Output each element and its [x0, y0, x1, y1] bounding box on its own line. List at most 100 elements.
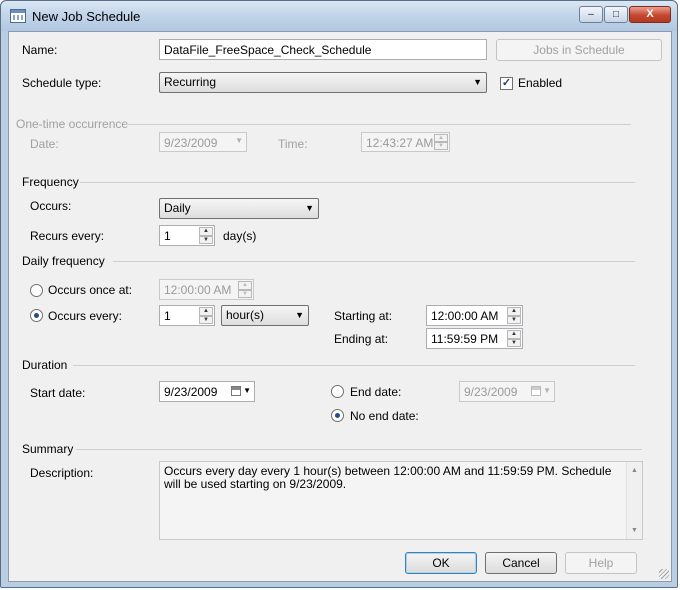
cancel-button[interactable]: Cancel	[485, 552, 557, 574]
chevron-down-icon: ▼	[473, 77, 482, 87]
spin-down-icon[interactable]: ▼	[199, 235, 213, 244]
name-input[interactable]: DataFile_FreeSpace_Check_Schedule	[159, 39, 487, 60]
daily-frequency-divider	[113, 261, 635, 262]
chevron-down-icon[interactable]: ▼	[243, 386, 251, 395]
end-date-picker[interactable]: 9/23/2009 ▼	[459, 381, 555, 402]
ending-at-label: Ending at:	[334, 332, 389, 346]
daily-frequency-section-title: Daily frequency	[22, 254, 105, 268]
chevron-down-icon: ▼	[235, 136, 243, 145]
frequency-divider	[80, 182, 635, 183]
dialog-window: New Job Schedule – □ X Name: DataFile_Fr…	[0, 0, 678, 588]
occurs-every-unit-select[interactable]: hour(s) ▼	[221, 305, 309, 326]
description-text: Occurs every day every 1 hour(s) between…	[164, 464, 612, 491]
chevron-down-icon: ▼	[295, 310, 304, 320]
recurs-unit-label: day(s)	[223, 229, 257, 243]
one-time-time-label: Time:	[278, 137, 308, 151]
spin-down-icon[interactable]: ▼	[238, 289, 252, 298]
ending-at-value: 11:59:59 PM	[431, 332, 499, 346]
one-time-date-label: Date:	[30, 137, 59, 151]
enabled-checkbox[interactable]: ✓	[500, 77, 513, 90]
dialog-body: Name: DataFile_FreeSpace_Check_Schedule …	[8, 31, 672, 582]
occurs-every-value: 1	[164, 309, 171, 323]
ending-at-spinner[interactable]: ▲ ▼	[507, 330, 521, 347]
occurs-once-spinner[interactable]: ▲ ▼	[238, 281, 252, 298]
spin-down-icon[interactable]: ▼	[507, 338, 521, 347]
spin-up-icon[interactable]: ▲	[199, 307, 213, 316]
end-date-radio[interactable]	[331, 385, 344, 398]
duration-divider	[73, 365, 635, 366]
occurs-once-radio[interactable]	[30, 284, 43, 297]
title-bar[interactable]: New Job Schedule – □ X	[1, 1, 677, 31]
start-date-value: 9/23/2009	[164, 385, 218, 399]
occurs-value: Daily	[164, 201, 191, 215]
recurs-every-input[interactable]: 1 ▲ ▼	[159, 225, 215, 246]
no-end-date-radio[interactable]	[331, 409, 344, 422]
spin-down-icon[interactable]: ▼	[434, 142, 448, 150]
name-label: Name:	[22, 43, 58, 57]
occurs-label: Occurs:	[30, 199, 72, 213]
spin-up-icon[interactable]: ▲	[199, 227, 213, 236]
spin-down-icon[interactable]: ▼	[507, 315, 521, 324]
description-scrollbar[interactable]: ▲ ▼	[626, 462, 642, 539]
spin-up-icon[interactable]: ▲	[507, 330, 521, 339]
spin-up-icon[interactable]: ▲	[238, 281, 252, 290]
ending-at-input[interactable]: 11:59:59 PM ▲ ▼	[426, 328, 523, 349]
scroll-down-icon[interactable]: ▼	[627, 524, 642, 537]
recurs-spinner[interactable]: ▲ ▼	[199, 227, 213, 244]
spin-up-icon[interactable]: ▲	[434, 134, 448, 142]
starting-at-label: Starting at:	[334, 309, 393, 323]
recurs-every-label: Recurs every:	[30, 229, 105, 243]
chevron-down-icon[interactable]: ▼	[543, 386, 551, 395]
occurs-once-time-value: 12:00:00 AM	[164, 283, 232, 297]
schedule-window-icon	[10, 9, 26, 23]
one-time-date-picker[interactable]: 9/23/2009 ▼	[159, 132, 247, 152]
one-time-time-input[interactable]: 12:43:27 AM ▲ ▼	[361, 132, 450, 152]
one-time-divider	[125, 124, 631, 125]
time-spinner[interactable]: ▲ ▼	[434, 134, 448, 150]
description-textarea[interactable]: Occurs every day every 1 hour(s) between…	[159, 461, 643, 540]
window-title: New Job Schedule	[32, 9, 141, 24]
schedule-type-value: Recurring	[164, 75, 217, 89]
starting-at-spinner[interactable]: ▲ ▼	[507, 307, 521, 324]
calendar-icon[interactable]	[531, 386, 541, 396]
occurs-once-time-input[interactable]: 12:00:00 AM ▲ ▼	[159, 279, 254, 300]
minimize-button[interactable]: –	[579, 6, 603, 23]
start-date-picker[interactable]: 9/23/2009 ▼	[159, 381, 255, 402]
resize-grip-icon[interactable]	[659, 569, 669, 579]
schedule-type-label: Schedule type:	[22, 76, 102, 90]
help-button[interactable]: Help	[565, 552, 637, 574]
occurs-every-input[interactable]: 1 ▲ ▼	[159, 305, 215, 326]
scroll-up-icon[interactable]: ▲	[627, 464, 642, 477]
no-end-date-label: No end date:	[350, 409, 419, 423]
end-date-label: End date:	[350, 385, 402, 399]
jobs-in-schedule-button[interactable]: Jobs in Schedule	[496, 39, 662, 61]
end-date-value: 9/23/2009	[464, 385, 518, 399]
duration-section-title: Duration	[22, 358, 68, 372]
ok-button[interactable]: OK	[405, 552, 477, 574]
calendar-icon[interactable]	[231, 386, 241, 396]
occurs-every-radio[interactable]	[30, 309, 43, 322]
spin-up-icon[interactable]: ▲	[507, 307, 521, 316]
starting-at-value: 12:00:00 AM	[431, 309, 499, 323]
frequency-section-title: Frequency	[22, 175, 79, 189]
enabled-label: Enabled	[518, 76, 563, 90]
one-time-section-title: One-time occurrence	[16, 117, 129, 131]
chevron-down-icon: ▼	[305, 203, 314, 213]
summary-section-title: Summary	[22, 442, 74, 456]
occurs-every-spinner[interactable]: ▲ ▼	[199, 307, 213, 324]
schedule-type-select[interactable]: Recurring ▼	[159, 72, 487, 93]
starting-at-input[interactable]: 12:00:00 AM ▲ ▼	[426, 305, 523, 326]
one-time-time-value: 12:43:27 AM	[366, 136, 434, 150]
recurs-every-value: 1	[164, 229, 171, 243]
summary-divider	[76, 449, 642, 450]
occurs-select[interactable]: Daily ▼	[159, 198, 319, 219]
spin-down-icon[interactable]: ▼	[199, 315, 213, 324]
occurs-every-label: Occurs every:	[48, 309, 123, 323]
close-button[interactable]: X	[629, 6, 671, 23]
one-time-date-value: 9/23/2009	[164, 136, 218, 150]
description-label: Description:	[30, 466, 94, 480]
maximize-button[interactable]: □	[604, 6, 628, 23]
start-date-label: Start date:	[30, 386, 86, 400]
occurs-every-unit-value: hour(s)	[226, 308, 265, 322]
occurs-once-label: Occurs once at:	[48, 283, 133, 297]
